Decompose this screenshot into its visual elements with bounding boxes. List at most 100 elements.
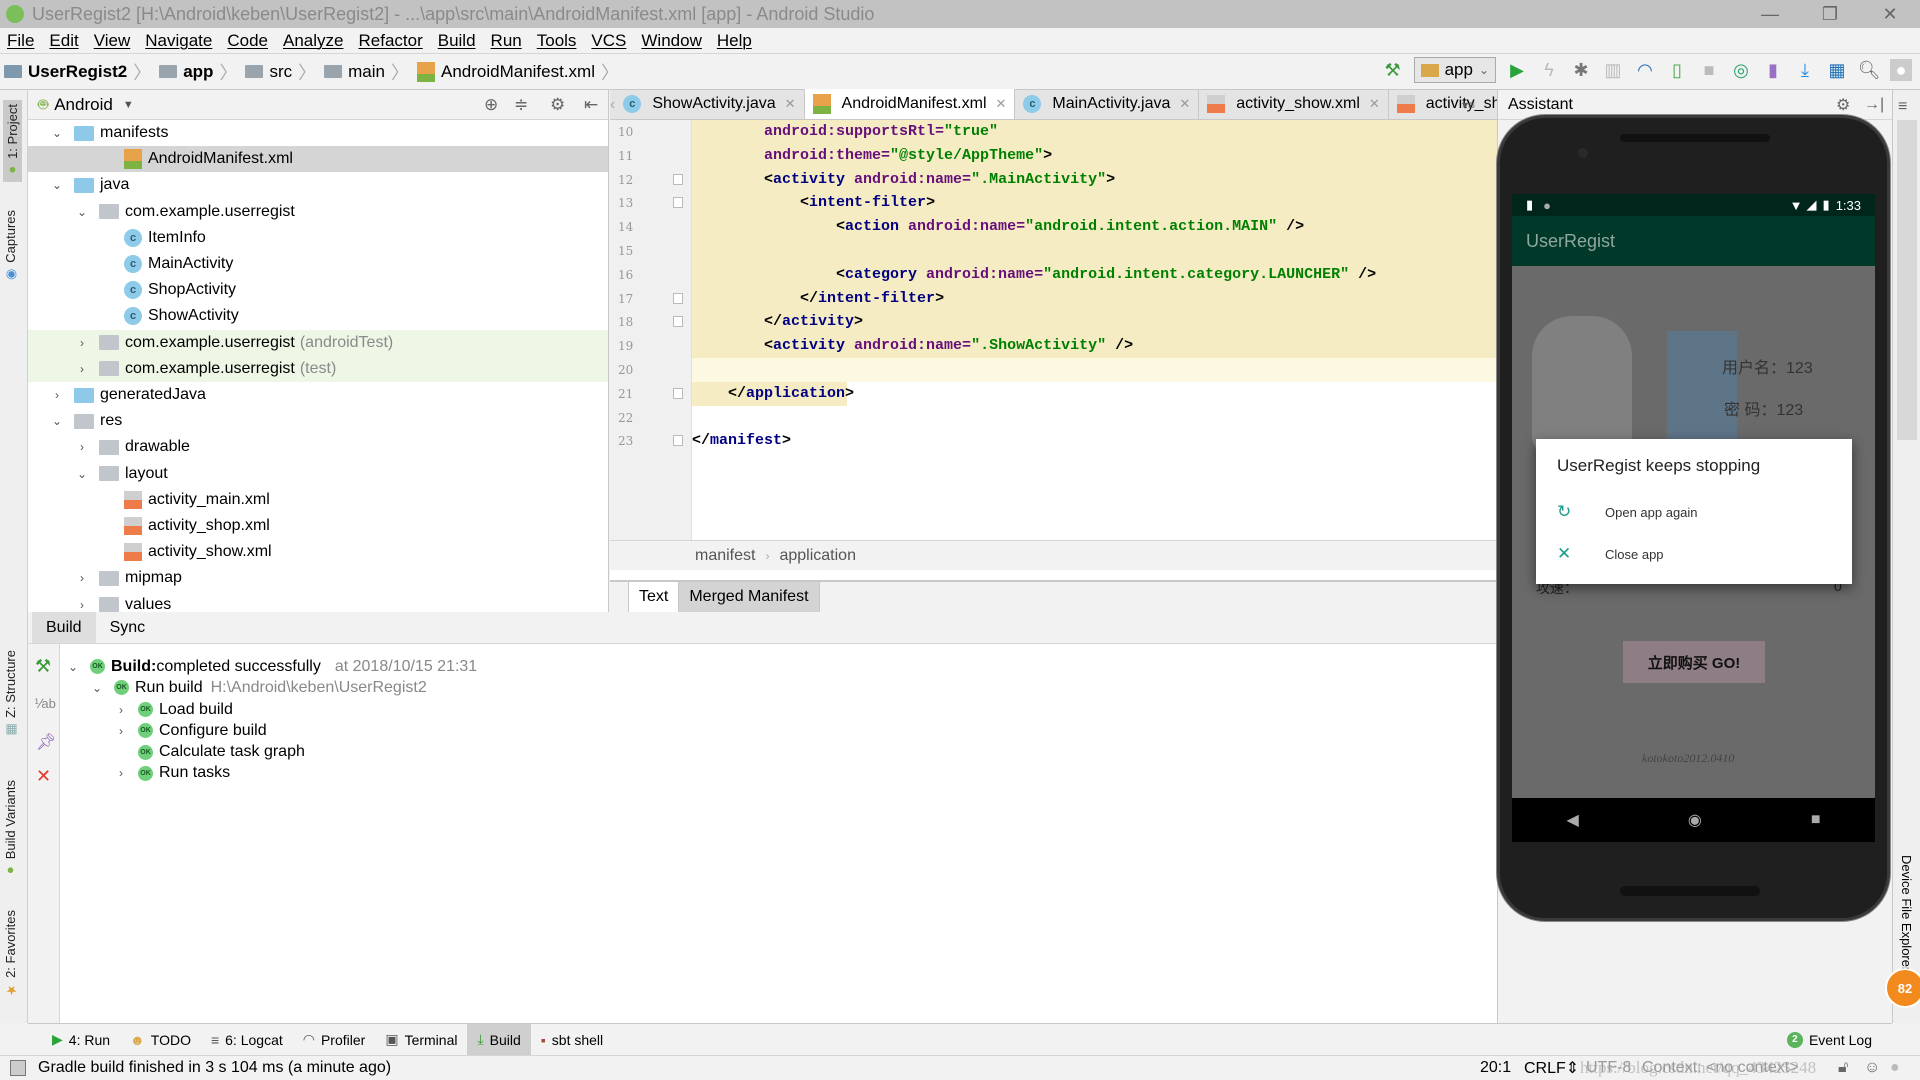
- menu-run[interactable]: Run: [484, 31, 530, 51]
- fold-marker-icon[interactable]: [673, 435, 683, 447]
- tree-item[interactable]: › drawable: [28, 434, 608, 460]
- tab-merged-manifest[interactable]: Merged Manifest: [679, 582, 820, 612]
- menu-edit[interactable]: Edit: [42, 31, 86, 51]
- inspector-icon[interactable]: ☺: [1864, 1059, 1880, 1077]
- notification-badge[interactable]: 82: [1885, 968, 1920, 1008]
- tool-tab-project[interactable]: ● 1: Project: [3, 100, 22, 182]
- breadcrumb-src[interactable]: src 〉: [241, 59, 320, 85]
- debug-icon[interactable]: ✱: [1570, 59, 1592, 81]
- build-tree-item[interactable]: › OK Load build: [114, 699, 233, 720]
- editor-tab[interactable]: AndroidManifest.xml ✕: [804, 89, 1016, 119]
- tree-item[interactable]: activity_main.xml: [28, 487, 608, 513]
- close-window-button[interactable]: ✕: [1860, 0, 1920, 28]
- chevron-down-icon[interactable]: ⌄: [75, 205, 89, 219]
- lock-icon[interactable]: 🔓︎: [1838, 1059, 1848, 1077]
- run-icon[interactable]: ▶: [1506, 59, 1528, 81]
- tree-item[interactable]: ⌄ layout: [28, 461, 608, 487]
- home-icon[interactable]: ◉: [1688, 810, 1702, 830]
- tab-text[interactable]: Text: [628, 582, 680, 612]
- chevron-right-icon[interactable]: ›: [114, 724, 128, 738]
- buy-now-button[interactable]: 立即购买 GO!: [1623, 641, 1765, 683]
- fold-marker-icon[interactable]: [673, 197, 683, 209]
- code-area[interactable]: android:supportsRtl="true" android:theme…: [692, 120, 1497, 540]
- tool-window-profiler[interactable]: ◠ Profiler: [293, 1024, 376, 1056]
- breadcrumb-manifest[interactable]: AndroidManifest.xml 〉: [413, 59, 623, 85]
- chevron-right-icon[interactable]: ›: [114, 703, 128, 717]
- tree-item[interactable]: › mipmap: [28, 565, 608, 591]
- sync-icon[interactable]: ◎: [1730, 59, 1752, 81]
- toggle-view-icon[interactable]: ⅟ab: [34, 696, 56, 712]
- close-tab-icon[interactable]: ✕: [1179, 96, 1190, 112]
- menu-help[interactable]: Help: [710, 31, 760, 51]
- hammer-icon[interactable]: ⚒: [1382, 59, 1404, 81]
- tool-window-build[interactable]: ⤓ Build: [467, 1023, 531, 1056]
- tool-window-sbt-shell[interactable]: ▪ sbt shell: [531, 1024, 613, 1056]
- menu-build[interactable]: Build: [431, 31, 484, 51]
- sdk-manager-icon[interactable]: ⤓: [1794, 59, 1816, 81]
- memory-indicator-icon[interactable]: ●: [1890, 1059, 1900, 1077]
- chevron-down-icon[interactable]: ⌄: [50, 126, 64, 140]
- editor-tab[interactable]: activity_show.xml ✕: [1199, 89, 1389, 119]
- breadcrumb-project[interactable]: UserRegist2 〉: [0, 59, 155, 85]
- tool-window-terminal[interactable]: ▣ Terminal: [375, 1024, 467, 1056]
- tree-item[interactable]: AndroidManifest.xml: [28, 146, 608, 173]
- chevron-down-icon[interactable]: ⌄: [50, 178, 64, 192]
- chevron-down-icon[interactable]: ⌄: [75, 467, 89, 481]
- chevron-down-icon[interactable]: ⌄: [50, 414, 64, 428]
- menu-refactor[interactable]: Refactor: [351, 31, 430, 51]
- tree-item[interactable]: c MainActivity: [28, 251, 608, 277]
- close-tab-icon[interactable]: ✕: [996, 96, 1007, 112]
- chevron-right-icon[interactable]: ›: [75, 571, 89, 585]
- chevron-right-icon[interactable]: ›: [75, 362, 89, 376]
- xml-crumb-application[interactable]: application: [779, 547, 856, 565]
- menu-file[interactable]: File: [0, 31, 42, 51]
- open-app-again-option[interactable]: ↻ Open app again: [1557, 502, 1698, 522]
- breadcrumb-main[interactable]: main 〉: [320, 59, 413, 85]
- menu-window[interactable]: Window: [634, 31, 709, 51]
- fold-marker-icon[interactable]: [673, 387, 683, 399]
- tab-sync[interactable]: Sync: [96, 612, 160, 643]
- fold-marker-icon[interactable]: [673, 173, 683, 185]
- tree-item[interactable]: ⌄ res: [28, 408, 608, 434]
- run-configuration-select[interactable]: app ⌄: [1413, 57, 1496, 83]
- gear-icon[interactable]: ⚙: [1836, 95, 1850, 115]
- tree-item[interactable]: c ShowActivity: [28, 303, 608, 329]
- event-log-button[interactable]: 2 Event Log: [1777, 1024, 1882, 1056]
- tree-item[interactable]: › com.example.userregist (test): [28, 355, 608, 382]
- tool-tab-device-file-explorer[interactable]: Device File Explorer: [1899, 855, 1914, 971]
- chevron-right-icon[interactable]: ›: [114, 766, 128, 780]
- caret-position[interactable]: 20:1: [1480, 1059, 1511, 1077]
- pin-icon[interactable]: 📌︎: [36, 732, 56, 752]
- tree-item[interactable]: activity_show.xml: [28, 539, 608, 565]
- user-icon[interactable]: ●: [1890, 59, 1912, 81]
- build-tree-item[interactable]: OK Calculate task graph: [114, 742, 305, 763]
- editor-tab[interactable]: c MainActivity.java ✕: [1015, 89, 1200, 119]
- recents-icon[interactable]: ■: [1811, 811, 1821, 829]
- tree-item[interactable]: ⌄ java: [28, 172, 608, 198]
- tree-item[interactable]: ⌄ com.example.userregist: [28, 199, 608, 225]
- chevron-down-icon[interactable]: ⌄: [90, 681, 104, 695]
- collapse-all-icon[interactable]: ≑: [514, 95, 528, 115]
- menu-tools[interactable]: Tools: [530, 31, 585, 51]
- tree-item[interactable]: ⌄ manifests: [28, 120, 608, 146]
- build-tree-item[interactable]: ⌄ OK Build: completed successfully at 2018/…: [66, 656, 477, 677]
- gear-icon[interactable]: ⚙: [550, 95, 565, 115]
- chevron-right-icon[interactable]: ›: [75, 336, 89, 350]
- tool-tab-favorites[interactable]: ★ 2: Favorites: [3, 910, 18, 997]
- locate-icon[interactable]: ⊕: [484, 95, 498, 115]
- restore-button[interactable]: ❐: [1800, 0, 1860, 28]
- project-structure-icon[interactable]: ▦: [1826, 59, 1848, 81]
- close-tab-icon[interactable]: ✕: [785, 96, 796, 112]
- menu-analyze[interactable]: Analyze: [276, 31, 351, 51]
- breadcrumb-app[interactable]: app 〉: [155, 59, 241, 85]
- tree-item[interactable]: c ShopActivity: [28, 277, 608, 303]
- avd-manager-icon[interactable]: ▮: [1762, 59, 1784, 81]
- chevron-right-icon[interactable]: ›: [75, 598, 89, 612]
- scrollbar[interactable]: [1897, 120, 1917, 440]
- caret-down-icon[interactable]: ▼: [123, 99, 134, 111]
- tool-tab-structure[interactable]: ▦ Z: Structure: [3, 650, 18, 737]
- hammer-icon[interactable]: ⚒: [35, 656, 51, 677]
- tree-item[interactable]: activity_shop.xml: [28, 513, 608, 539]
- tool-tab-captures[interactable]: ◉ Captures: [3, 210, 18, 282]
- attach-process-icon[interactable]: ▯: [1666, 59, 1688, 81]
